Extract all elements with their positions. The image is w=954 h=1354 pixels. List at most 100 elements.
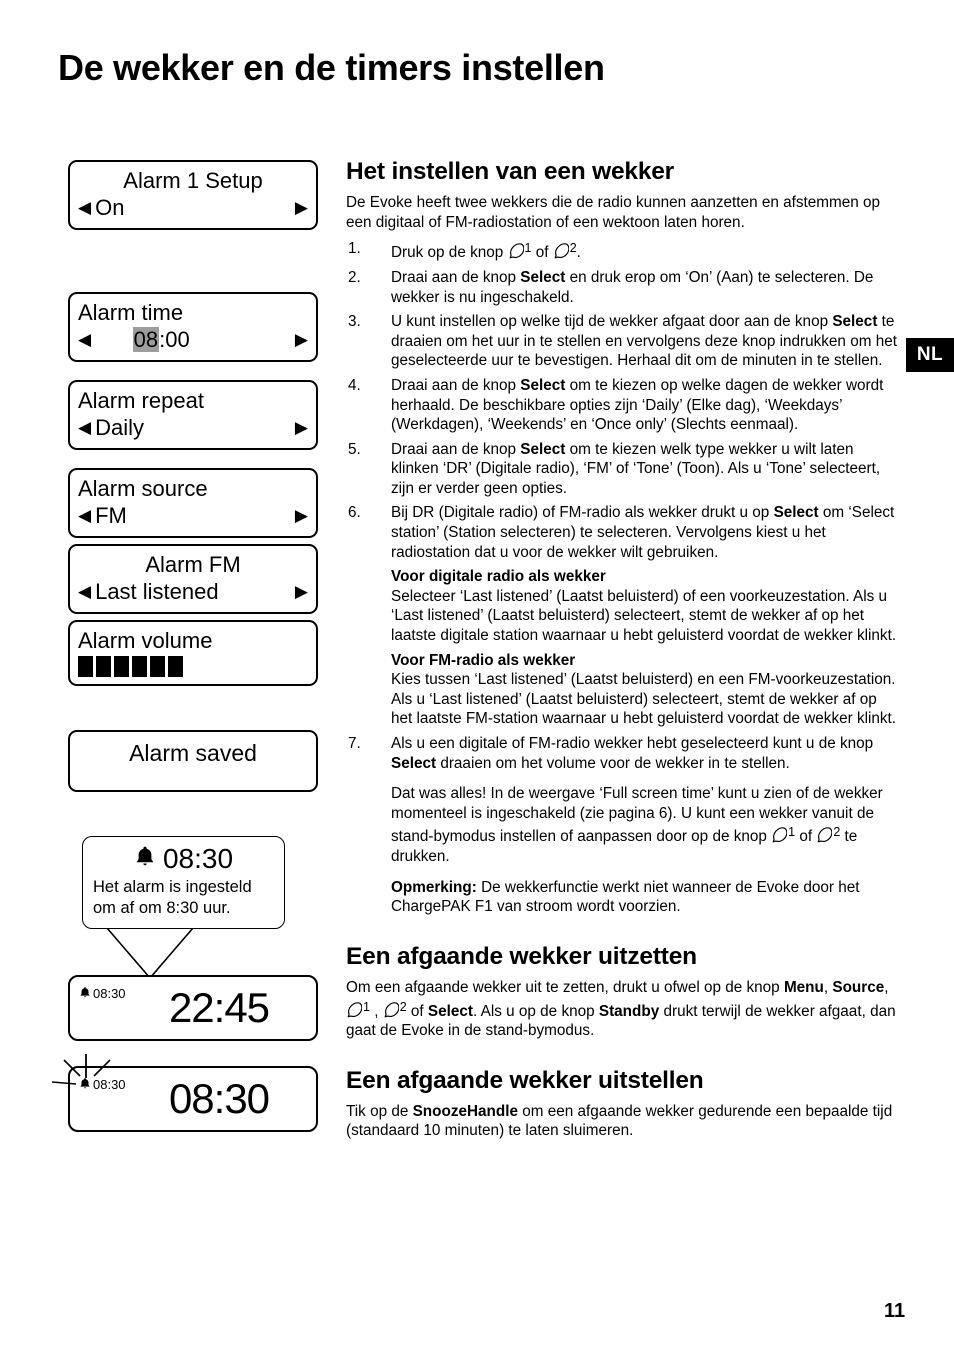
language-tab-nl: NL [906, 338, 954, 372]
source-button-label: Source [832, 978, 885, 996]
lcd-alarm-time: Alarm time ◀ 08:00 ▶ [68, 292, 318, 362]
bell-button-1: 1 [508, 241, 531, 261]
step-6-text-a: Bij DR (Digitale radio) of FM-radio als … [391, 504, 774, 522]
alarm-bell-icon [79, 986, 91, 1002]
arrow-right-icon: ▶ [294, 506, 308, 525]
page-title: De wekker en de timers instellen [58, 47, 605, 88]
clock-alarm-indicator: 08:30 [79, 1077, 126, 1093]
s2-text-b: . Als u op de knop [473, 1002, 599, 1020]
lcd-title: Alarm saved [129, 740, 257, 766]
bell-button-2: 2 [553, 241, 577, 261]
section-heading-snooze-alarm: Een afgaande wekker uitstellen [346, 1066, 704, 1094]
volume-level-bars [78, 656, 308, 677]
s2-comma-3: , [369, 1002, 383, 1020]
lcd-alarm-source: Alarm source ◀ FM ▶ [68, 468, 318, 538]
section-heading-turn-off-alarm: Een afgaande wekker uitzetten [346, 942, 697, 970]
lcd-value: FM [95, 503, 127, 528]
lcd-fullscreen-clock-ringing: 08:30 08:30 [52, 1054, 318, 1132]
callout-time: 08:30 [162, 843, 234, 874]
callout-text-line-2: om af om 8:30 uur. [93, 899, 231, 917]
clock-alarm-indicator: 08:30 [79, 986, 126, 1002]
arrow-right-icon: ▶ [294, 330, 308, 349]
volume-block [114, 656, 129, 677]
step-1-of: of [531, 244, 553, 262]
alarm-bell-button-icon [817, 827, 833, 843]
alarm-bell-icon [134, 843, 156, 875]
snooze-paragraph: Tik op de SnoozeHandle om een afgaande w… [346, 1102, 898, 1141]
bell-button-superscript: 1 [363, 999, 370, 1014]
volume-block [96, 656, 111, 677]
step-item-3: U kunt instellen op welke tijd de wekker… [346, 312, 898, 371]
s3-text-a: Tik op de [346, 1102, 413, 1120]
alarm-bell-button-icon [347, 1001, 362, 1018]
steps-list: Druk op de knop 1 of 2. Draai aan de kno… [346, 239, 898, 562]
lcd-hour-highlight: 08 [132, 327, 160, 352]
subsection-fm-radio: Voor FM-radio als wekker Kies tussen ‘La… [346, 651, 898, 729]
lcd-alarm-volume: Alarm volume [68, 620, 318, 686]
alarm-bell-button-icon [509, 243, 524, 259]
s2-comma-2: , [884, 978, 889, 996]
step-item-1: Druk op de knop 1 of 2. [346, 239, 898, 263]
step-2-text-a: Draai aan de knop [391, 268, 521, 286]
step-item-4: Draai aan de knop Select om te kiezen op… [346, 376, 898, 435]
instructions-column: Het instellen van een wekker De Evoke he… [346, 158, 898, 1148]
bell-button-superscript: 2 [569, 241, 577, 256]
subsection-body-fm: Kies tussen ‘Last listened’ (Laatst belu… [391, 671, 897, 728]
step-3-text-a: U kunt instellen op welke tijd de wekker… [391, 313, 833, 331]
lcd-minutes: :00 [159, 327, 190, 352]
volume-block [150, 656, 165, 677]
arrow-left-icon: ◀ [78, 506, 92, 525]
bell-button-1: 1 [346, 999, 370, 1020]
lcd-title: Alarm repeat [78, 388, 204, 413]
callout-text: Het alarm is ingesteld om af om 8:30 uur… [93, 877, 274, 919]
lcd-title: Alarm time [78, 300, 184, 325]
lcd-alarm-1-setup: Alarm 1 Setup ◀ On ▶ [68, 160, 318, 230]
callout-time-row: 08:30 [93, 843, 274, 875]
lcd-title: Alarm FM [145, 552, 241, 577]
select-knob-label: Select [520, 376, 566, 394]
alarm-bell-button-icon [772, 827, 788, 843]
select-knob-label: Select [427, 1002, 473, 1020]
arrow-left-icon: ◀ [78, 582, 92, 601]
subsection-heading-dr: Voor digitale radio als wekker [391, 568, 606, 586]
arrow-right-icon: ▶ [294, 418, 308, 437]
step-item-7: Als u een digitale of FM-radio wekker he… [346, 734, 898, 773]
note-label: Opmerking: [391, 878, 477, 896]
volume-block [132, 656, 147, 677]
alarm-set-callout: 08:30 Het alarm is ingesteld om af om 8:… [82, 836, 285, 980]
lcd-title: Alarm source [78, 476, 208, 501]
closing-paragraph: Dat was alles! In de weergave ‘Full scre… [346, 784, 898, 866]
intro-paragraph: De Evoke heeft twee wekkers die de radio… [346, 194, 881, 231]
clock-alarm-time: 08:30 [93, 986, 126, 1001]
step-7-text-c: draaien om het volume voor de wekker in … [436, 754, 790, 772]
step-7-text-a: Als u een digitale of FM-radio wekker he… [391, 735, 874, 753]
standby-button-label: Standby [598, 1002, 660, 1020]
s2-of: of [406, 1002, 428, 1020]
lcd-value: Daily [95, 415, 144, 440]
s2-text-a: Om een afgaande wekker uit te zetten, dr… [346, 978, 784, 996]
steps-list-continued: Als u een digitale of FM-radio wekker he… [346, 734, 898, 773]
step-5-text-a: Draai aan de knop [391, 440, 521, 458]
lcd-value-row: ◀ Last listened ▶ [78, 578, 308, 605]
bell-button-superscript: 2 [399, 999, 407, 1014]
volume-block [78, 656, 93, 677]
lcd-value-row: ◀ 08:00 ▶ [78, 326, 308, 353]
step-item-5: Draai aan de knop Select om te kiezen we… [346, 440, 898, 499]
lcd-value: Last listened [95, 579, 219, 604]
clock-alarm-time: 08:30 [93, 1077, 126, 1092]
subsection-digital-radio: Voor digitale radio als wekker Selecteer… [346, 567, 898, 645]
lcd-alarm-repeat: Alarm repeat ◀ Daily ▶ [68, 380, 318, 450]
lcd-title: Alarm volume [78, 628, 213, 653]
bell-button-2: 2 [816, 825, 840, 845]
arrow-left-icon: ◀ [78, 418, 92, 437]
subsection-heading-fm: Voor FM-radio als wekker [391, 651, 576, 669]
alarm-bell-button-icon [554, 243, 569, 259]
snoozehandle-label: SnoozeHandle [412, 1102, 518, 1120]
lcd-value-row: ◀ Daily ▶ [78, 414, 308, 441]
select-knob-label: Select [832, 313, 878, 331]
